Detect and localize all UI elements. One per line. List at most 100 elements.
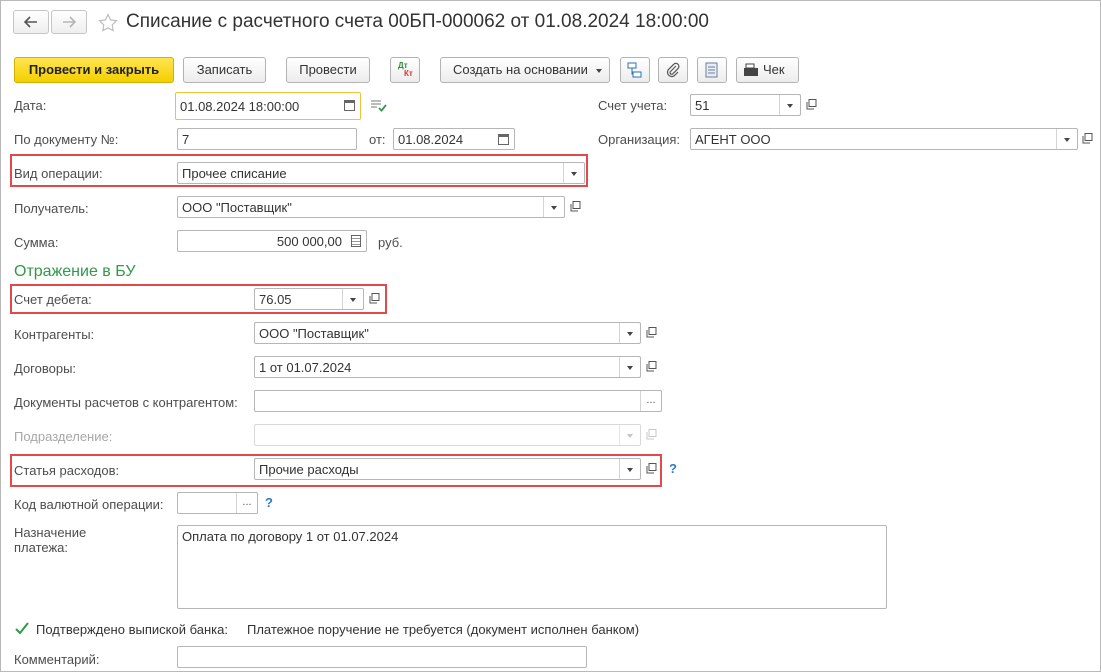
- help-icon[interactable]: ?: [669, 461, 677, 476]
- comment-field[interactable]: [177, 646, 587, 668]
- expense-item-field[interactable]: Прочие расходы: [254, 458, 641, 480]
- ellipsis-button[interactable]: ...: [236, 493, 257, 513]
- create-based-on-label: Создать на основании: [453, 62, 588, 77]
- chevron-down-icon[interactable]: [563, 163, 584, 183]
- calculator-icon[interactable]: [351, 235, 361, 247]
- post-and-close-button[interactable]: Провести и закрыть: [14, 57, 174, 83]
- dt-kt-button[interactable]: Дт Кт: [390, 57, 420, 83]
- contracts-open-button[interactable]: [642, 356, 662, 378]
- kt-label: Кт: [404, 69, 413, 78]
- doc-number-value: 7: [182, 132, 190, 147]
- operation-type-field[interactable]: Прочее списание: [177, 162, 585, 184]
- purpose-textarea[interactable]: Оплата по договору 1 от 01.07.2024: [177, 525, 887, 609]
- arrow-left-icon: [24, 16, 37, 28]
- open-link-icon: [646, 463, 657, 474]
- counterparties-value: ООО "Поставщик": [259, 326, 369, 341]
- purpose-label-line2: платежа:: [14, 540, 68, 555]
- currency-op-field[interactable]: ...: [177, 492, 258, 514]
- operation-type-value: Прочее списание: [182, 166, 287, 181]
- open-link-icon: [570, 201, 581, 212]
- account-label: Счет учета:: [598, 98, 668, 113]
- counterparties-field[interactable]: ООО "Поставщик": [254, 322, 641, 344]
- contracts-label: Договоры:: [14, 361, 77, 376]
- account-field[interactable]: 51: [690, 94, 801, 116]
- date-field[interactable]: 01.08.2024 18:00:00: [175, 92, 361, 120]
- account-value: 51: [695, 98, 710, 113]
- division-open-button: [642, 424, 662, 446]
- page-title: Списание с расчетного счета 00БП-000062 …: [126, 11, 709, 32]
- date-label: Дата:: [14, 98, 47, 113]
- calendar-icon[interactable]: [344, 100, 355, 111]
- sum-value: 500 000,00: [276, 234, 342, 249]
- sum-field[interactable]: 500 000,00: [177, 230, 367, 252]
- doc-number-label: По документу №:: [14, 132, 119, 147]
- document-list-icon: [705, 62, 718, 78]
- ellipsis-button[interactable]: ...: [640, 391, 661, 411]
- section-title-bu: Отражение в БУ: [14, 263, 136, 280]
- arrow-right-icon: [63, 16, 76, 28]
- purpose-label-line1: Назначение: [14, 525, 87, 540]
- structure-button[interactable]: [620, 57, 650, 83]
- chevron-down-icon[interactable]: [619, 357, 640, 377]
- report-button[interactable]: [697, 57, 727, 83]
- open-link-icon: [806, 99, 817, 110]
- chevron-down-icon[interactable]: [619, 323, 640, 343]
- debit-account-field[interactable]: 76.05: [254, 288, 364, 310]
- forward-button[interactable]: [51, 10, 87, 34]
- hierarchy-icon: [627, 62, 642, 78]
- calendar-icon[interactable]: [498, 134, 509, 145]
- bank-confirmed-label: Подтверждено выпиской банка:: [36, 622, 228, 637]
- settlement-docs-field[interactable]: ...: [254, 390, 662, 412]
- organization-field[interactable]: АГЕНТ ООО: [690, 128, 1078, 150]
- expense-item-open-button[interactable]: [642, 458, 662, 480]
- open-link-icon: [646, 327, 657, 338]
- chevron-down-icon[interactable]: [543, 197, 564, 217]
- document-window: Списание с расчетного счета 00БП-000062 …: [0, 0, 1101, 672]
- open-link-icon: [1082, 133, 1093, 144]
- post-button[interactable]: Провести: [286, 57, 370, 83]
- debit-account-label: Счет дебета:: [14, 292, 92, 307]
- counterparties-open-button[interactable]: [642, 322, 662, 344]
- expense-item-value: Прочие расходы: [259, 462, 359, 477]
- contracts-field[interactable]: 1 от 01.07.2024: [254, 356, 641, 378]
- save-button[interactable]: Записать: [183, 57, 266, 83]
- recipient-field[interactable]: ООО "Поставщик": [177, 196, 565, 218]
- open-link-icon: [369, 293, 380, 304]
- attach-button[interactable]: [658, 57, 688, 83]
- create-based-on-button[interactable]: Создать на основании: [440, 57, 610, 83]
- purpose-value: Оплата по договору 1 от 01.07.2024: [182, 529, 399, 544]
- receipt-label: Чек: [763, 62, 785, 77]
- debit-account-open-button[interactable]: [365, 288, 385, 310]
- bank-confirmed-checkbox[interactable]: [14, 621, 30, 637]
- organization-open-button[interactable]: [1078, 128, 1098, 150]
- chevron-down-icon[interactable]: [1056, 129, 1077, 149]
- back-button[interactable]: [13, 10, 49, 34]
- date-value: 01.08.2024 18:00:00: [180, 99, 300, 114]
- cash-register-icon: [744, 63, 758, 76]
- chevron-down-icon[interactable]: [779, 95, 800, 115]
- open-link-icon: [646, 429, 657, 440]
- debit-account-value: 76.05: [259, 292, 292, 307]
- doc-date-label: от:: [369, 132, 386, 147]
- organization-value: АГЕНТ ООО: [695, 132, 771, 147]
- currency-op-label: Код валютной операции:: [14, 497, 164, 512]
- chevron-down-icon[interactable]: [619, 459, 640, 479]
- account-open-button[interactable]: [802, 94, 822, 116]
- dt-kt-icon: Дт Кт: [397, 61, 415, 79]
- paperclip-icon: [666, 62, 680, 78]
- expense-item-label: Статья расходов:: [14, 463, 120, 478]
- division-field: [254, 424, 641, 446]
- chevron-down-icon: [596, 69, 602, 73]
- document-check-icon[interactable]: [370, 99, 388, 113]
- chevron-down-icon[interactable]: [342, 289, 363, 309]
- help-icon[interactable]: ?: [265, 495, 273, 510]
- doc-date-value: 01.08.2024: [398, 132, 464, 147]
- doc-number-field[interactable]: 7: [177, 128, 357, 150]
- operation-type-label: Вид операции:: [14, 166, 103, 181]
- receipt-button[interactable]: Чек: [736, 57, 799, 83]
- settlement-docs-label: Документы расчетов с контрагентом:: [14, 395, 238, 410]
- doc-date-field[interactable]: 01.08.2024: [393, 128, 515, 150]
- recipient-open-button[interactable]: [566, 196, 586, 218]
- star-icon[interactable]: [98, 13, 118, 33]
- sum-label: Сумма:: [14, 235, 59, 250]
